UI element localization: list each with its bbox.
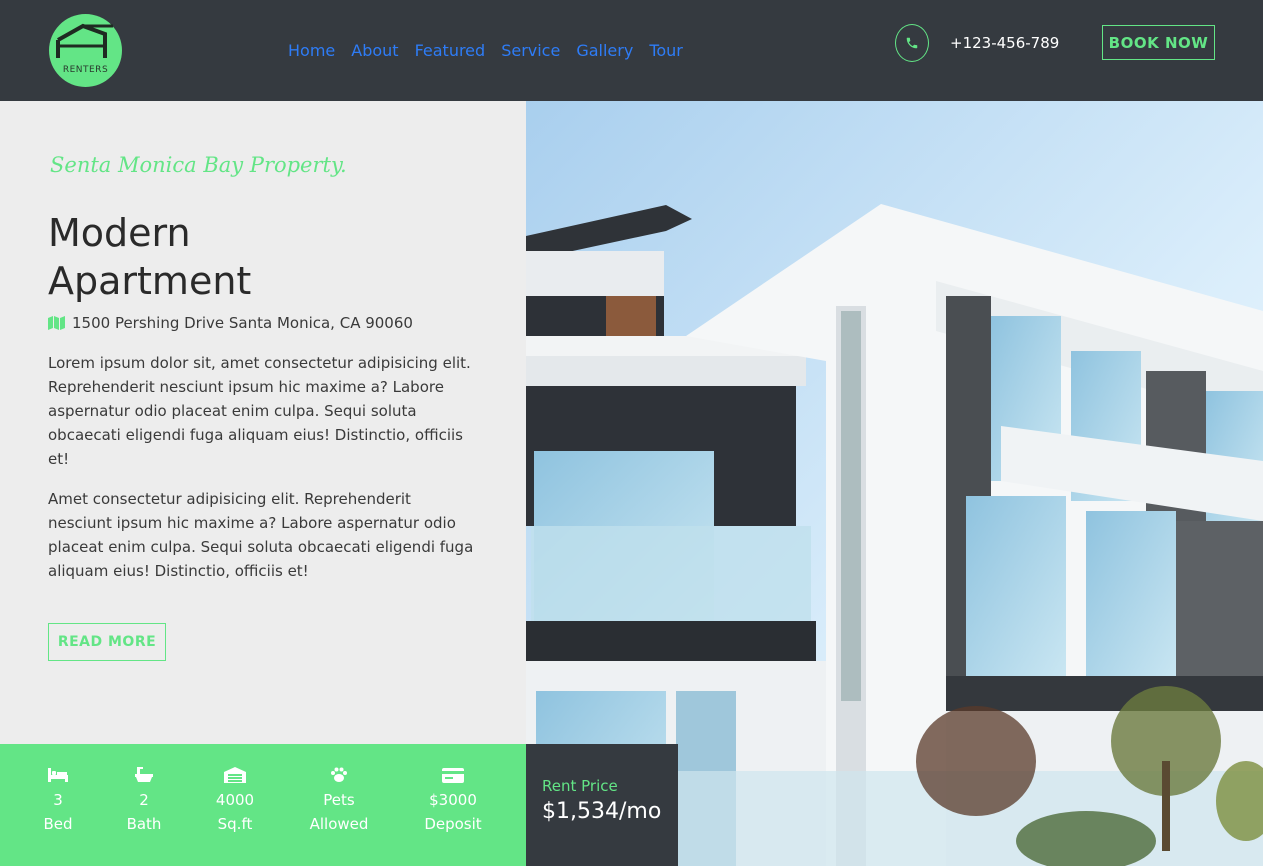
- property-title: Modern Apartment: [48, 209, 468, 305]
- main-nav: Home About Featured Service Gallery Tour: [288, 41, 683, 60]
- garage-icon: [190, 764, 280, 786]
- stat-pets: Pets Allowed: [294, 764, 384, 836]
- title-line-2: Apartment: [48, 259, 252, 303]
- house-icon: [56, 23, 113, 58]
- title-line-1: Modern: [48, 211, 191, 255]
- stat-bed-value: 3: [53, 791, 63, 809]
- bath-icon: [99, 764, 189, 786]
- site-header: RENTERS Home About Featured Service Gall…: [0, 0, 1263, 101]
- rent-price-label: Rent Price: [542, 777, 618, 795]
- address-text: 1500 Pershing Drive Santa Monica, CA 900…: [72, 314, 413, 332]
- stat-deposit-value: $3000: [429, 791, 477, 809]
- renters-logo[interactable]: RENTERS: [49, 14, 122, 87]
- stat-sqft-label: Sq.ft: [217, 815, 253, 833]
- rent-price-box: Rent Price $1,534/mo: [526, 744, 678, 866]
- stat-bed-label: Bed: [43, 815, 73, 833]
- book-now-button[interactable]: BOOK NOW: [1102, 25, 1215, 60]
- property-stats: 3 Bed 2 Bath 4000 Sq.ft Pets Allowed $30…: [0, 744, 526, 866]
- stat-deposit-label: Deposit: [424, 815, 482, 833]
- property-intro: Senta Monica Bay Property. Modern Apartm…: [0, 101, 526, 744]
- nav-tour[interactable]: Tour: [649, 41, 683, 60]
- rent-price-value: $1,534/mo: [542, 799, 662, 824]
- paw-icon: [294, 764, 384, 786]
- nav-about[interactable]: About: [351, 41, 398, 60]
- nav-home[interactable]: Home: [288, 41, 335, 60]
- read-more-button[interactable]: READ MORE: [48, 623, 166, 661]
- nav-gallery[interactable]: Gallery: [576, 41, 633, 60]
- nav-service[interactable]: Service: [501, 41, 560, 60]
- stat-bath-value: 2: [139, 791, 149, 809]
- stat-sqft: 4000 Sq.ft: [190, 764, 280, 836]
- map-icon: [48, 316, 65, 330]
- description-paragraph-2: Amet consectetur adipisicing elit. Repre…: [48, 490, 474, 580]
- stat-bath-label: Bath: [126, 815, 162, 833]
- property-address: 1500 Pershing Drive Santa Monica, CA 900…: [48, 314, 413, 332]
- logo-text: RENTERS: [62, 65, 109, 75]
- property-tagline: Senta Monica Bay Property.: [50, 153, 347, 177]
- stat-pets-value: Pets: [323, 791, 355, 809]
- stat-deposit: $3000 Deposit: [408, 764, 498, 836]
- card-icon: [408, 764, 498, 786]
- stat-pets-label: Allowed: [309, 815, 369, 833]
- description-paragraph-1: Lorem ipsum dolor sit, amet consectetur …: [48, 354, 471, 468]
- phone-number[interactable]: +123-456-789: [950, 34, 1059, 52]
- nav-featured[interactable]: Featured: [415, 41, 486, 60]
- phone-icon[interactable]: [895, 24, 929, 62]
- stat-sqft-value: 4000: [215, 791, 255, 809]
- stat-bath: 2 Bath: [99, 764, 189, 836]
- bed-icon: [13, 764, 103, 786]
- stat-bed: 3 Bed: [13, 764, 103, 836]
